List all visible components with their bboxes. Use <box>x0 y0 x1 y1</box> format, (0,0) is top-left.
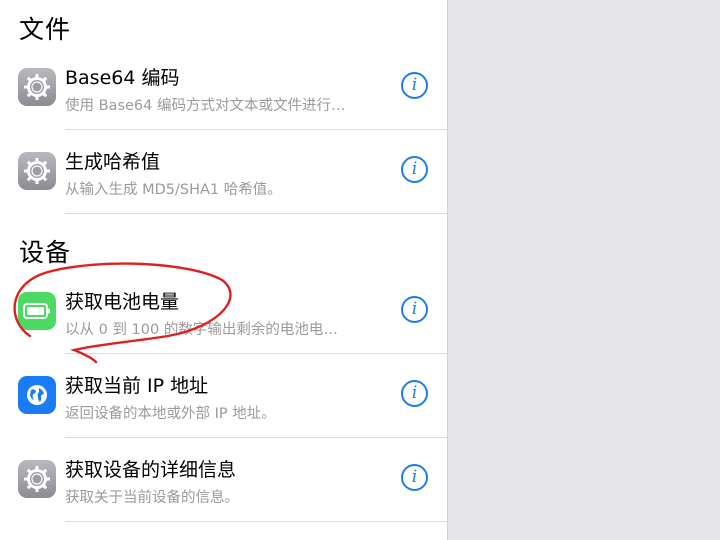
action-title: 获取设备的详细信息 <box>65 459 237 481</box>
action-subtitle: 以从 0 到 100 的数字输出剩余的电池电… <box>65 322 338 338</box>
action-title: 生成哈希值 <box>65 151 161 173</box>
row-separator <box>65 521 447 522</box>
action-subtitle: 获取关于当前设备的信息。 <box>65 490 239 506</box>
actions-list-panel: 文件 Base64 编码 使用 Base64 编码方式对文本或文件进行… i 生… <box>0 0 447 540</box>
battery-icon <box>18 292 56 330</box>
info-icon[interactable]: i <box>401 72 428 99</box>
info-icon[interactable]: i <box>401 296 428 323</box>
section-header-files: 文件 <box>19 15 72 44</box>
info-icon[interactable]: i <box>401 156 428 183</box>
gear-icon <box>18 152 56 190</box>
action-row-ip[interactable]: 获取当前 IP 地址 返回设备的本地或外部 IP 地址。 i <box>0 354 447 438</box>
info-icon[interactable]: i <box>401 464 428 491</box>
action-row-base64[interactable]: Base64 编码 使用 Base64 编码方式对文本或文件进行… i <box>0 46 447 130</box>
action-title: Base64 编码 <box>65 67 180 89</box>
gear-icon <box>18 460 56 498</box>
action-subtitle: 从输入生成 MD5/SHA1 哈希值。 <box>65 182 282 198</box>
action-row-battery[interactable]: 获取电池电量 以从 0 到 100 的数字输出剩余的电池电… i <box>0 270 447 354</box>
action-row-device-details[interactable]: 获取设备的详细信息 获取关于当前设备的信息。 i <box>0 438 447 522</box>
globe-icon <box>18 376 56 414</box>
action-title: 获取电池电量 <box>65 291 180 313</box>
action-title: 获取当前 IP 地址 <box>65 375 209 397</box>
action-subtitle: 使用 Base64 编码方式对文本或文件进行… <box>65 98 346 114</box>
info-icon[interactable]: i <box>401 380 428 407</box>
gear-icon <box>18 68 56 106</box>
row-separator <box>65 213 447 214</box>
action-row-hash[interactable]: 生成哈希值 从输入生成 MD5/SHA1 哈希值。 i <box>0 130 447 214</box>
split-view-divider <box>447 0 448 540</box>
action-subtitle: 返回设备的本地或外部 IP 地址。 <box>65 406 276 422</box>
section-header-device: 设备 <box>19 238 72 267</box>
